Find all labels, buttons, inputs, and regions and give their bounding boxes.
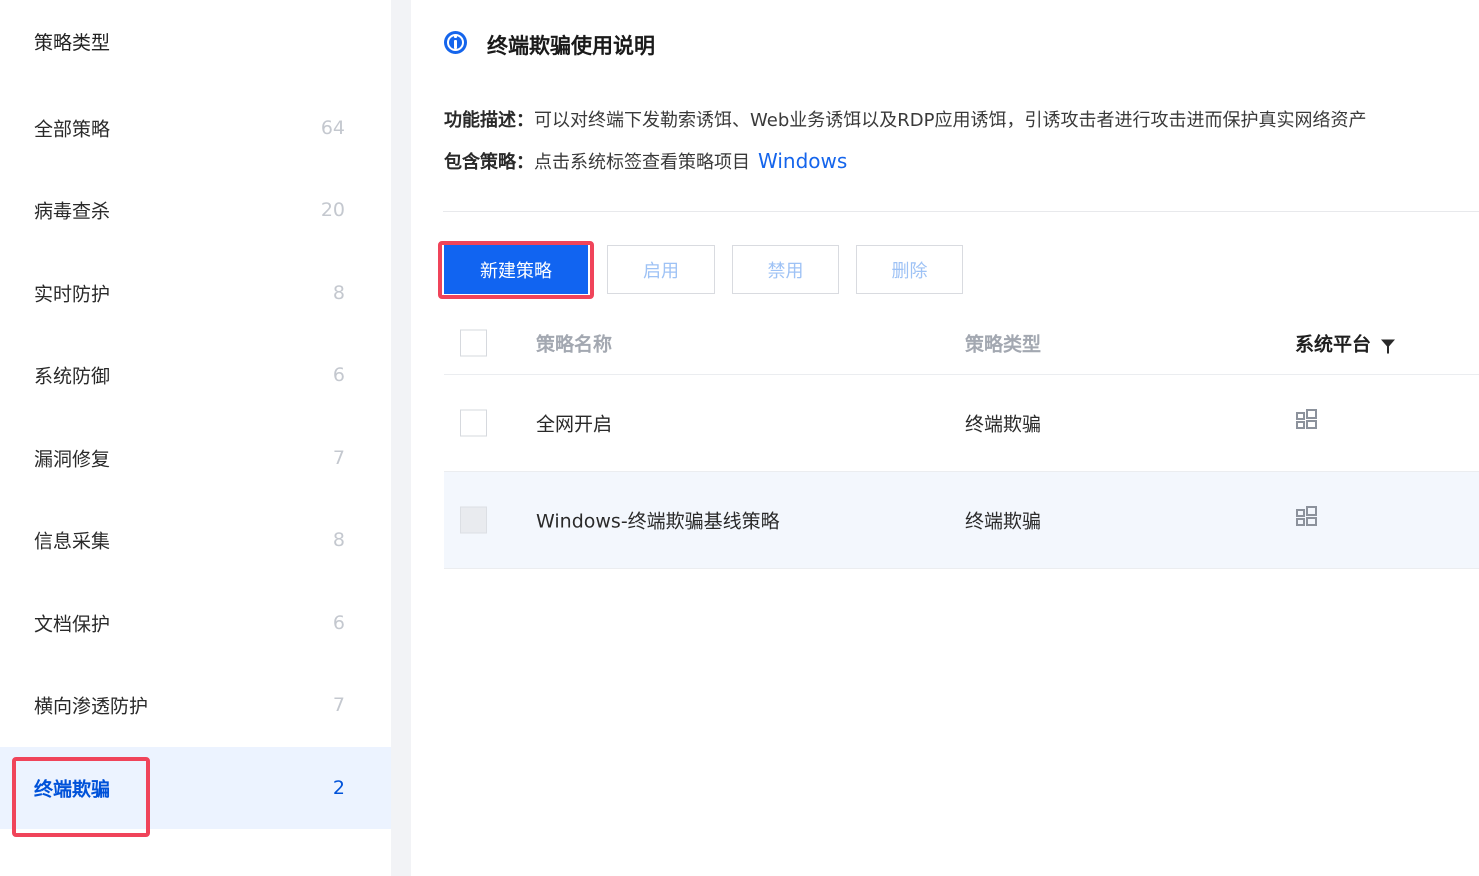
help-title: 终端欺骗使用说明 <box>487 34 655 58</box>
highlight-frame <box>12 757 150 837</box>
row-checkbox[interactable] <box>460 409 487 437</box>
table-header: 策略名称 策略类型 系统平台 <box>444 312 1479 375</box>
column-header-platform[interactable]: 系统平台 <box>1295 330 1396 357</box>
function-description: 功能描述：可以对终端下发勒索诱饵、Web业务诱饵以及RDP应用诱饵，引诱攻击者进… <box>444 106 1366 132</box>
sidebar-item-realtime-protection[interactable]: 实时防护 8 <box>0 252 391 334</box>
main-panel: 终端欺骗使用说明 功能描述：可以对终端下发勒索诱饵、Web业务诱饵以及RDP应用… <box>411 0 1479 876</box>
policies-key: 包含策略： <box>444 152 534 173</box>
row-checkbox[interactable] <box>460 506 487 534</box>
table-row[interactable]: Windows-终端欺骗基线策略 终端欺骗 <box>444 472 1479 569</box>
sidebar-item-all-policies[interactable]: 全部策略 64 <box>0 87 391 169</box>
policy-type: 终端欺骗 <box>965 413 1042 436</box>
filter-icon[interactable] <box>1381 339 1396 353</box>
description-text: 可以对终端下发勒索诱饵、Web业务诱饵以及RDP应用诱饵，引诱攻击者进行攻击进而… <box>534 110 1367 131</box>
section-divider <box>443 211 1479 212</box>
windows-icon <box>1296 409 1317 429</box>
description-key: 功能描述： <box>444 110 534 131</box>
windows-icon <box>1296 506 1317 526</box>
policy-table: 策略名称 策略类型 系统平台 全网开启 终端欺骗 Windows-终端欺骗基线策… <box>444 312 1479 569</box>
sidebar-item-label: 横向渗透防护 <box>34 695 149 718</box>
sidebar-title: 策略类型 <box>34 32 111 54</box>
sidebar-item-label: 病毒查杀 <box>34 200 111 223</box>
delete-button[interactable]: 删除 <box>856 245 963 294</box>
column-header-name: 策略名称 <box>536 333 613 356</box>
sidebar-item-count: 8 <box>332 282 345 304</box>
sidebar-item-doc-protection[interactable]: 文档保护 6 <box>0 582 391 664</box>
policy-type: 终端欺骗 <box>965 510 1042 533</box>
sidebar-item-label: 全部策略 <box>34 118 111 141</box>
sidebar-item-count: 8 <box>332 529 345 551</box>
sidebar-item-count: 2 <box>332 777 345 799</box>
sidebar-item-label: 实时防护 <box>34 283 111 306</box>
included-policies: 包含策略：点击系统标签查看策略项目 Windows <box>444 148 847 174</box>
sidebar-item-system-defense[interactable]: 系统防御 6 <box>0 334 391 416</box>
disable-button[interactable]: 禁用 <box>732 245 839 294</box>
sidebar-item-count: 20 <box>320 199 345 221</box>
sidebar-item-label: 漏洞修复 <box>34 448 111 471</box>
policy-name: 全网开启 <box>536 413 613 436</box>
select-all-checkbox[interactable] <box>460 329 487 357</box>
new-policy-button[interactable]: 新建策略 <box>444 245 588 294</box>
sidebar-item-vuln-fix[interactable]: 漏洞修复 7 <box>0 417 391 499</box>
column-header-platform-label: 系统平台 <box>1295 333 1372 356</box>
policy-name: Windows-终端欺骗基线策略 <box>536 510 780 533</box>
sidebar-item-count: 6 <box>332 612 345 634</box>
column-header-type: 策略类型 <box>965 333 1042 356</box>
info-icon <box>444 31 467 54</box>
policy-type-sidebar: 策略类型 全部策略 64 病毒查杀 20 实时防护 8 系统防御 6 漏洞修复 … <box>0 0 391 876</box>
table-row[interactable]: 全网开启 终端欺骗 <box>444 375 1479 472</box>
sidebar-item-count: 6 <box>332 364 345 386</box>
enable-button[interactable]: 启用 <box>607 245 715 294</box>
sidebar-item-label: 系统防御 <box>34 365 111 388</box>
sidebar-item-count: 7 <box>332 694 345 716</box>
sidebar-item-lateral-protection[interactable]: 横向渗透防护 7 <box>0 664 391 746</box>
sidebar-item-count: 7 <box>332 447 345 469</box>
sidebar-item-count: 64 <box>320 117 345 139</box>
sidebar-item-label: 信息采集 <box>34 530 111 553</box>
sidebar-item-label: 文档保护 <box>34 613 111 636</box>
panel-divider <box>391 0 411 876</box>
policies-text: 点击系统标签查看策略项目 <box>534 152 750 173</box>
sidebar-item-info-collection[interactable]: 信息采集 8 <box>0 499 391 581</box>
windows-link[interactable]: Windows <box>758 149 847 173</box>
sidebar-item-virus-scan[interactable]: 病毒查杀 20 <box>0 169 391 251</box>
